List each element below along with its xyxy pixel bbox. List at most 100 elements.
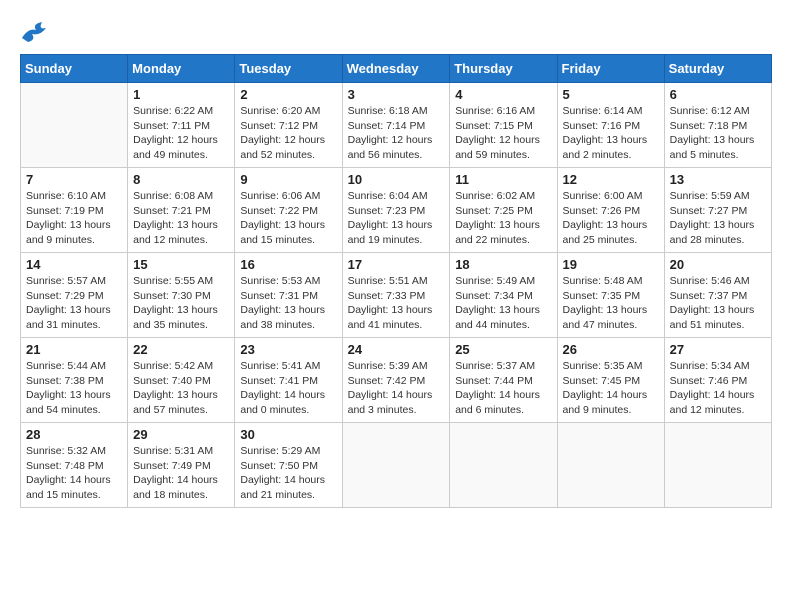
calendar-cell: 12Sunrise: 6:00 AMSunset: 7:26 PMDayligh… bbox=[557, 168, 664, 253]
col-thursday: Thursday bbox=[450, 55, 557, 83]
calendar-cell: 16 Sunrise: 5:53 AMSunset: 7:31 PMDayligh… bbox=[235, 253, 342, 338]
calendar-cell bbox=[557, 423, 664, 508]
calendar-cell: 5 Sunrise: 6:14 AMSunset: 7:16 PMDaylight… bbox=[557, 83, 664, 168]
calendar-cell: 15 Sunrise: 5:55 AMSunset: 7:30 PMDayligh… bbox=[128, 253, 235, 338]
day-number: 24 bbox=[348, 342, 445, 357]
logo bbox=[20, 20, 54, 44]
calendar-cell: 18Sunrise: 5:49 AMSunset: 7:34 PMDayligh… bbox=[450, 253, 557, 338]
day-number: 23 bbox=[240, 342, 336, 357]
calendar-cell: 11 Sunrise: 6:02 AMSunset: 7:25 PMDayligh… bbox=[450, 168, 557, 253]
col-tuesday: Tuesday bbox=[235, 55, 342, 83]
day-info: Sunrise: 5:57 AMSunset: 7:29 PMDaylight:… bbox=[26, 274, 122, 333]
calendar-cell: 24 Sunrise: 5:39 AMSunset: 7:42 PMDayligh… bbox=[342, 338, 450, 423]
calendar-cell: 23 Sunrise: 5:41 AMSunset: 7:41 PMDayligh… bbox=[235, 338, 342, 423]
day-number: 2 bbox=[240, 87, 336, 102]
calendar-cell bbox=[450, 423, 557, 508]
day-number: 14 bbox=[26, 257, 122, 272]
calendar-cell: 25Sunrise: 5:37 AMSunset: 7:44 PMDayligh… bbox=[450, 338, 557, 423]
day-info: Sunrise: 5:55 AMSunset: 7:30 PMDaylight:… bbox=[133, 274, 229, 333]
week-row-1: 1Sunrise: 6:22 AMSunset: 7:11 PMDaylight… bbox=[21, 83, 772, 168]
day-number: 7 bbox=[26, 172, 122, 187]
calendar-cell: 10 Sunrise: 6:04 AMSunset: 7:23 PMDayligh… bbox=[342, 168, 450, 253]
day-info: Sunrise: 5:29 AMSunset: 7:50 PMDaylight:… bbox=[240, 444, 336, 503]
day-info: Sunrise: 5:53 AMSunset: 7:31 PMDaylight:… bbox=[240, 274, 336, 333]
calendar-cell: 7Sunrise: 6:10 AMSunset: 7:19 PMDaylight… bbox=[21, 168, 128, 253]
calendar-cell: 29 Sunrise: 5:31 AMSunset: 7:49 PMDayligh… bbox=[128, 423, 235, 508]
calendar-cell: 28 Sunrise: 5:32 AMSunset: 7:48 PMDayligh… bbox=[21, 423, 128, 508]
day-number: 3 bbox=[348, 87, 445, 102]
calendar-cell: 22 Sunrise: 5:42 AMSunset: 7:40 PMDayligh… bbox=[128, 338, 235, 423]
calendar-header-row: Sunday Monday Tuesday Wednesday Thursday… bbox=[21, 55, 772, 83]
calendar-cell: 9Sunrise: 6:06 AMSunset: 7:22 PMDaylight… bbox=[235, 168, 342, 253]
calendar-cell: 17Sunrise: 5:51 AMSunset: 7:33 PMDayligh… bbox=[342, 253, 450, 338]
day-number: 6 bbox=[670, 87, 766, 102]
calendar-cell: 3 Sunrise: 6:18 AMSunset: 7:14 PMDaylight… bbox=[342, 83, 450, 168]
day-number: 20 bbox=[670, 257, 766, 272]
calendar-cell: 20 Sunrise: 5:46 AMSunset: 7:37 PMDayligh… bbox=[664, 253, 771, 338]
week-row-5: 28 Sunrise: 5:32 AMSunset: 7:48 PMDayligh… bbox=[21, 423, 772, 508]
day-number: 5 bbox=[563, 87, 659, 102]
day-number: 13 bbox=[670, 172, 766, 187]
day-info: Sunrise: 5:49 AMSunset: 7:34 PMDaylight:… bbox=[455, 274, 551, 333]
day-number: 9 bbox=[240, 172, 336, 187]
col-monday: Monday bbox=[128, 55, 235, 83]
day-info: Sunrise: 5:59 AMSunset: 7:27 PMDaylight:… bbox=[670, 189, 766, 248]
week-row-3: 14 Sunrise: 5:57 AMSunset: 7:29 PMDayligh… bbox=[21, 253, 772, 338]
day-info: Sunrise: 6:04 AMSunset: 7:23 PMDaylight:… bbox=[348, 189, 445, 248]
day-info: Sunrise: 5:41 AMSunset: 7:41 PMDaylight:… bbox=[240, 359, 336, 418]
day-number: 21 bbox=[26, 342, 122, 357]
calendar-cell: 21Sunrise: 5:44 AMSunset: 7:38 PMDayligh… bbox=[21, 338, 128, 423]
day-info: Sunrise: 6:16 AMSunset: 7:15 PMDaylight:… bbox=[455, 104, 551, 163]
day-number: 10 bbox=[348, 172, 445, 187]
day-number: 29 bbox=[133, 427, 229, 442]
day-info: Sunrise: 5:46 AMSunset: 7:37 PMDaylight:… bbox=[670, 274, 766, 333]
calendar-cell: 19 Sunrise: 5:48 AMSunset: 7:35 PMDayligh… bbox=[557, 253, 664, 338]
day-number: 16 bbox=[240, 257, 336, 272]
col-friday: Friday bbox=[557, 55, 664, 83]
day-number: 4 bbox=[455, 87, 551, 102]
calendar-cell bbox=[664, 423, 771, 508]
day-info: Sunrise: 5:35 AMSunset: 7:45 PMDaylight:… bbox=[563, 359, 659, 418]
calendar-cell: 26 Sunrise: 5:35 AMSunset: 7:45 PMDayligh… bbox=[557, 338, 664, 423]
day-info: Sunrise: 5:39 AMSunset: 7:42 PMDaylight:… bbox=[348, 359, 445, 418]
col-sunday: Sunday bbox=[21, 55, 128, 83]
day-number: 8 bbox=[133, 172, 229, 187]
day-info: Sunrise: 6:08 AMSunset: 7:21 PMDaylight:… bbox=[133, 189, 229, 248]
week-row-4: 21Sunrise: 5:44 AMSunset: 7:38 PMDayligh… bbox=[21, 338, 772, 423]
day-info: Sunrise: 5:48 AMSunset: 7:35 PMDaylight:… bbox=[563, 274, 659, 333]
day-number: 22 bbox=[133, 342, 229, 357]
day-info: Sunrise: 5:31 AMSunset: 7:49 PMDaylight:… bbox=[133, 444, 229, 503]
col-saturday: Saturday bbox=[664, 55, 771, 83]
calendar-cell: 30 Sunrise: 5:29 AMSunset: 7:50 PMDayligh… bbox=[235, 423, 342, 508]
day-info: Sunrise: 6:00 AMSunset: 7:26 PMDaylight:… bbox=[563, 189, 659, 248]
day-number: 11 bbox=[455, 172, 551, 187]
day-info: Sunrise: 6:18 AMSunset: 7:14 PMDaylight:… bbox=[348, 104, 445, 163]
day-number: 30 bbox=[240, 427, 336, 442]
day-info: Sunrise: 5:51 AMSunset: 7:33 PMDaylight:… bbox=[348, 274, 445, 333]
week-row-2: 7Sunrise: 6:10 AMSunset: 7:19 PMDaylight… bbox=[21, 168, 772, 253]
day-info: Sunrise: 6:14 AMSunset: 7:16 PMDaylight:… bbox=[563, 104, 659, 163]
day-number: 15 bbox=[133, 257, 229, 272]
day-number: 27 bbox=[670, 342, 766, 357]
calendar-cell bbox=[342, 423, 450, 508]
day-info: Sunrise: 5:34 AMSunset: 7:46 PMDaylight:… bbox=[670, 359, 766, 418]
logo-icon bbox=[20, 20, 50, 44]
day-info: Sunrise: 5:42 AMSunset: 7:40 PMDaylight:… bbox=[133, 359, 229, 418]
calendar-cell: 27 Sunrise: 5:34 AMSunset: 7:46 PMDayligh… bbox=[664, 338, 771, 423]
calendar-cell: 4 Sunrise: 6:16 AMSunset: 7:15 PMDaylight… bbox=[450, 83, 557, 168]
page-header bbox=[20, 20, 772, 44]
day-info: Sunrise: 5:32 AMSunset: 7:48 PMDaylight:… bbox=[26, 444, 122, 503]
calendar-cell: 13 Sunrise: 5:59 AMSunset: 7:27 PMDayligh… bbox=[664, 168, 771, 253]
calendar-cell: 1Sunrise: 6:22 AMSunset: 7:11 PMDaylight… bbox=[128, 83, 235, 168]
day-number: 28 bbox=[26, 427, 122, 442]
calendar-table: Sunday Monday Tuesday Wednesday Thursday… bbox=[20, 54, 772, 508]
day-info: Sunrise: 6:02 AMSunset: 7:25 PMDaylight:… bbox=[455, 189, 551, 248]
calendar-cell: 6Sunrise: 6:12 AMSunset: 7:18 PMDaylight… bbox=[664, 83, 771, 168]
day-number: 26 bbox=[563, 342, 659, 357]
calendar-cell: 14 Sunrise: 5:57 AMSunset: 7:29 PMDayligh… bbox=[21, 253, 128, 338]
calendar-cell bbox=[21, 83, 128, 168]
day-number: 1 bbox=[133, 87, 229, 102]
day-number: 25 bbox=[455, 342, 551, 357]
day-info: Sunrise: 6:20 AMSunset: 7:12 PMDaylight:… bbox=[240, 104, 336, 163]
day-number: 19 bbox=[563, 257, 659, 272]
